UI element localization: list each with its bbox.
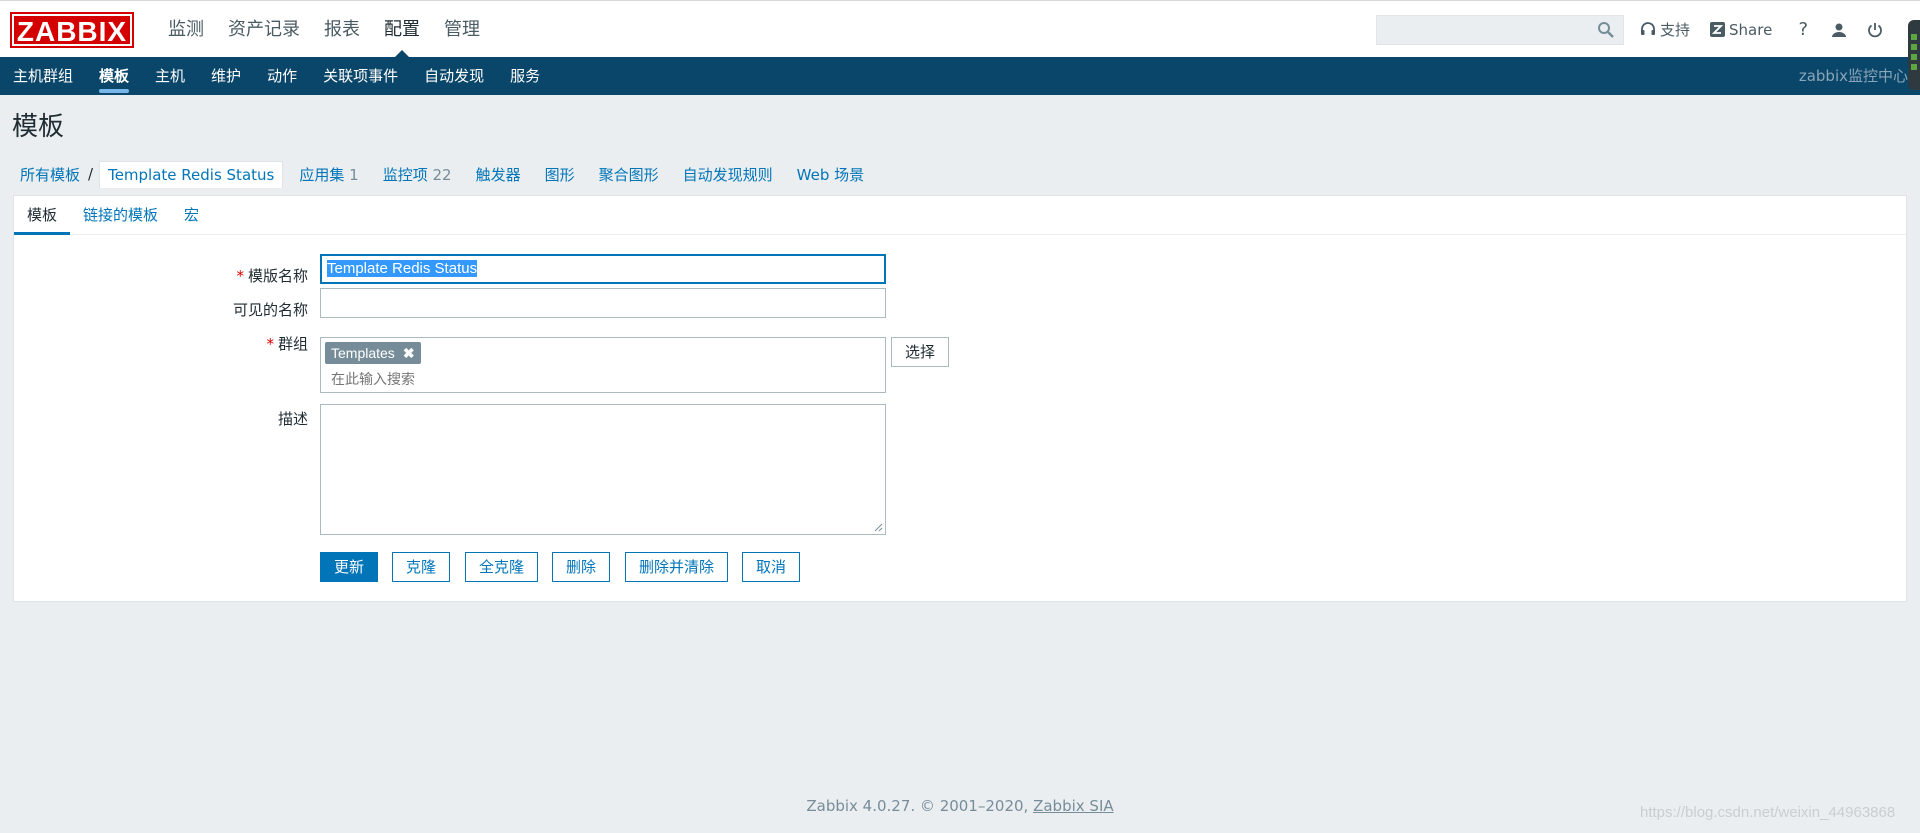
- subnav-services[interactable]: 服务: [497, 57, 553, 95]
- user-profile-icon[interactable]: [1828, 19, 1850, 41]
- required-mark: *: [266, 335, 274, 353]
- template-name-label: * 模版名称: [108, 265, 308, 286]
- description-textarea[interactable]: [320, 404, 886, 535]
- breadcrumb-screens[interactable]: 聚合图形: [587, 164, 671, 185]
- group-tag: Templates ✖: [325, 342, 421, 364]
- groups-label: * 群组: [108, 333, 308, 354]
- user-icon: [1832, 23, 1847, 37]
- subnav-hosts[interactable]: 主机: [142, 57, 198, 95]
- side-widget[interactable]: [1908, 20, 1920, 90]
- footer-text: Zabbix 4.0.27. © 2001–2020,: [806, 797, 1029, 815]
- breadcrumb-discovery-rules[interactable]: 自动发现规则: [671, 164, 785, 185]
- applications-count: 1: [349, 165, 359, 184]
- share-link[interactable]: Share: [1710, 21, 1772, 39]
- page-title: 模板: [12, 112, 65, 142]
- clone-button[interactable]: 克隆: [392, 552, 451, 582]
- server-name: zabbix监控中心: [1798, 67, 1908, 85]
- applications-label: 应用集: [299, 165, 345, 184]
- items-count: 22: [432, 165, 452, 184]
- delete-button[interactable]: 删除: [552, 552, 611, 582]
- top-header: ZABBIX 监测 资产记录 报表 配置 管理 支持 Share ?: [0, 0, 1920, 59]
- breadcrumb: 所有模板 / Template Redis Status 应用集 1 监控项 2…: [12, 160, 876, 188]
- groups-multiselect[interactable]: Templates ✖: [320, 337, 886, 393]
- support-label: 支持: [1660, 21, 1691, 39]
- main-nav-reports[interactable]: 报表: [312, 1, 372, 58]
- support-link[interactable]: 支持: [1640, 19, 1690, 40]
- share-label: Share: [1729, 20, 1773, 39]
- breadcrumb-graphs[interactable]: 图形: [533, 164, 587, 185]
- sub-nav: 主机群组 模板 主机 维护 动作 关联项事件 自动发现 服务: [0, 57, 553, 95]
- footer: Zabbix 4.0.27. © 2001–2020, Zabbix SIA: [0, 797, 1920, 815]
- header-actions: 支持 Share ?: [1640, 1, 1900, 58]
- headset-icon: [1641, 21, 1655, 35]
- main-nav-configuration[interactable]: 配置: [372, 1, 432, 59]
- select-groups-button[interactable]: 选择: [891, 337, 950, 367]
- template-name-input[interactable]: Template Redis Status: [320, 254, 886, 284]
- search-icon[interactable]: [1597, 21, 1615, 39]
- template-name-label-text: 模版名称: [247, 267, 308, 285]
- breadcrumb-separator: /: [88, 165, 94, 183]
- breadcrumb-applications[interactable]: 应用集 1: [287, 164, 370, 185]
- required-mark: *: [236, 267, 244, 285]
- main-nav-administration[interactable]: 管理: [432, 1, 492, 58]
- breadcrumb-all-templates[interactable]: 所有模板: [12, 164, 88, 185]
- tab-linked-templates[interactable]: 链接的模板: [70, 196, 171, 234]
- form-tabs: 模板 链接的模板 宏: [14, 196, 1906, 235]
- subnav-host-groups[interactable]: 主机群组: [0, 57, 86, 95]
- remove-tag-icon[interactable]: ✖: [403, 342, 415, 364]
- breadcrumb-triggers[interactable]: 触发器: [464, 164, 533, 185]
- template-name-value: Template Redis Status: [327, 260, 478, 277]
- main-nav: 监测 资产记录 报表 配置 管理: [156, 1, 492, 59]
- watermark: https://blog.csdn.net/weixin_44963868: [1640, 804, 1896, 821]
- subnav-actions[interactable]: 动作: [254, 57, 310, 95]
- visible-name-label: 可见的名称: [232, 301, 308, 319]
- breadcrumb-current-template[interactable]: Template Redis Status: [99, 160, 284, 188]
- search-input[interactable]: [1377, 16, 1603, 44]
- group-search-input[interactable]: [329, 370, 733, 388]
- visible-name-input[interactable]: [320, 288, 886, 318]
- subnav-templates[interactable]: 模板: [86, 57, 142, 95]
- breadcrumb-web-scenarios[interactable]: Web 场景: [785, 164, 876, 185]
- zabbix-logo[interactable]: ZABBIX: [10, 12, 134, 48]
- global-search: [1376, 15, 1624, 45]
- subnav-maintenance[interactable]: 维护: [198, 57, 254, 95]
- main-nav-monitoring[interactable]: 监测: [156, 1, 216, 58]
- group-tag-label: Templates: [331, 345, 395, 361]
- power-icon: [1868, 22, 1883, 37]
- share-z-icon: [1710, 22, 1726, 37]
- tab-template[interactable]: 模板: [14, 196, 71, 235]
- description-label: 描述: [277, 410, 308, 428]
- tab-macros[interactable]: 宏: [171, 196, 212, 234]
- help-icon[interactable]: ?: [1792, 19, 1814, 41]
- full-clone-button[interactable]: 全克隆: [465, 552, 539, 582]
- breadcrumb-items[interactable]: 监控项 22: [371, 164, 464, 185]
- subnav-event-correlation[interactable]: 关联项事件: [310, 57, 411, 95]
- groups-label-text: 群组: [277, 335, 308, 353]
- subnav-discovery[interactable]: 自动发现: [411, 57, 497, 95]
- resize-grip-icon[interactable]: [874, 523, 883, 532]
- update-button[interactable]: 更新: [320, 552, 379, 582]
- items-label: 监控项: [382, 165, 428, 184]
- cancel-button[interactable]: 取消: [742, 552, 801, 582]
- main-nav-inventory[interactable]: 资产记录: [216, 1, 312, 58]
- sub-nav-bar: 主机群组 模板 主机 维护 动作 关联项事件 自动发现 服务 zabbix监控中…: [0, 57, 1920, 95]
- sign-out-icon[interactable]: [1864, 19, 1886, 41]
- footer-link[interactable]: Zabbix SIA: [1033, 797, 1114, 815]
- delete-and-clear-button[interactable]: 删除并清除: [625, 552, 729, 582]
- template-form-panel: 模板 链接的模板 宏 * 模版名称 Template Redis Status 可…: [13, 195, 1907, 602]
